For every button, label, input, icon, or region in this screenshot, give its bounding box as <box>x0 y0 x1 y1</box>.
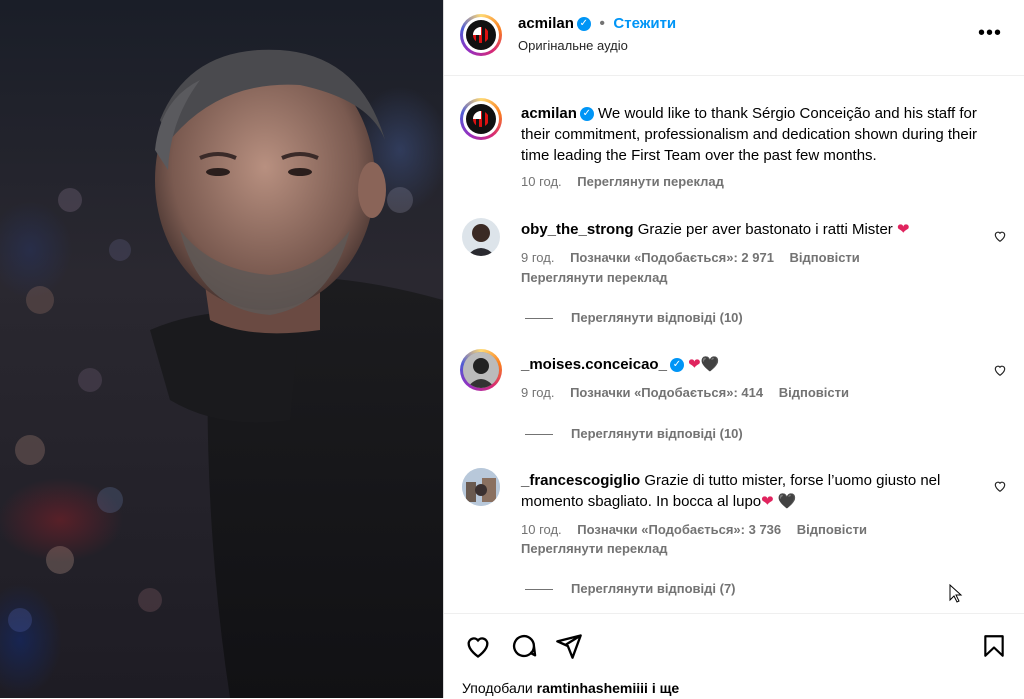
heart-emoji: ❤ <box>761 493 774 510</box>
liked-by: Уподобали ramtinhashemiiii і ще <box>462 680 680 696</box>
comment-username[interactable]: _moises.conceicao_ <box>521 356 667 373</box>
reply-button[interactable]: Відповісти <box>790 250 860 265</box>
view-replies[interactable]: Переглянути відповіді (7) <box>525 581 736 596</box>
comment-avatar[interactable] <box>462 468 500 506</box>
heart-icon[interactable] <box>464 632 492 660</box>
comment-time[interactable]: 10 год. <box>521 522 562 537</box>
post-media[interactable] <box>0 0 443 698</box>
post-header: acmilan ✓ • Стежити Оригінальне аудіо ••• <box>444 0 1024 76</box>
comment-username[interactable]: _francescogiglio <box>521 472 640 489</box>
reply-button[interactable]: Відповісти <box>797 522 867 537</box>
comment-time[interactable]: 9 год. <box>521 250 554 265</box>
comment-text: oby_the_strong Grazie per aver bastonato… <box>521 221 910 238</box>
comment-like-icon[interactable] <box>993 479 1007 493</box>
comment-avatar[interactable] <box>460 349 502 391</box>
comment-meta: 9 год. Позначки «Подобається»: 2 971 Від… <box>521 250 860 265</box>
acmilan-logo <box>466 20 496 50</box>
comment-like-icon[interactable] <box>993 363 1007 377</box>
follow-button[interactable]: Стежити <box>613 15 676 32</box>
comment-translate[interactable]: Переглянути переклад <box>521 270 668 285</box>
comment-translate[interactable]: Переглянути переклад <box>521 541 668 556</box>
comment-text: _francescogiglio Grazie di tutto mister,… <box>521 472 941 510</box>
black-heart-emoji: 🖤 <box>700 356 720 373</box>
liked-by-others[interactable]: і ще <box>652 680 679 696</box>
comment-username[interactable]: oby_the_strong <box>521 221 634 238</box>
verified-icon: ✓ <box>669 358 684 373</box>
caption-avatar[interactable] <box>460 98 502 140</box>
bookmark-icon[interactable] <box>981 632 1007 660</box>
post-panel: acmilan ✓ • Стежити Оригінальне аудіо •••… <box>443 0 1024 698</box>
post-username[interactable]: acmilan <box>518 15 574 32</box>
black-heart-emoji: 🖤 <box>777 493 797 510</box>
verified-icon: ✓ <box>579 107 594 122</box>
coach-photo <box>8 49 443 698</box>
comment-meta: 10 год. Позначки «Подобається»: 3 736 Ві… <box>521 522 867 537</box>
audio-label[interactable]: Оригінальне аудіо <box>518 38 628 53</box>
caption-meta: 10 год. Переглянути переклад <box>521 174 724 189</box>
verified-icon: ✓ <box>576 16 591 31</box>
comment-text: _moises.conceicao_ ✓ ❤🖤 <box>521 354 991 375</box>
reply-button[interactable]: Відповісти <box>779 385 849 400</box>
heart-emoji: ❤ <box>688 356 701 373</box>
view-replies[interactable]: Переглянути відповіді (10) <box>525 426 743 441</box>
more-icon[interactable]: ••• <box>978 23 1002 43</box>
caption-username[interactable]: acmilan <box>521 105 577 122</box>
comment-like-icon[interactable] <box>993 229 1007 243</box>
share-icon[interactable] <box>555 632 583 660</box>
comment-likes[interactable]: Позначки «Подобається»: 414 <box>570 385 763 400</box>
liked-by-user[interactable]: ramtinhashemiiii <box>537 680 648 696</box>
mouse-cursor-icon <box>949 584 963 603</box>
comment-meta: 9 год. Позначки «Подобається»: 414 Відпо… <box>521 385 849 400</box>
caption: acmilan ✓ We would like to thank Sérgio C… <box>521 103 1006 166</box>
comment-time[interactable]: 9 год. <box>521 385 554 400</box>
caption-time[interactable]: 10 год. <box>521 174 562 189</box>
comment-avatar[interactable] <box>462 218 500 256</box>
comment-likes[interactable]: Позначки «Подобається»: 2 971 <box>570 250 774 265</box>
acmilan-logo <box>466 104 496 134</box>
comment-icon[interactable] <box>510 632 538 660</box>
caption-translate[interactable]: Переглянути переклад <box>577 174 724 189</box>
view-replies[interactable]: Переглянути відповіді (10) <box>525 310 743 325</box>
comment-likes[interactable]: Позначки «Подобається»: 3 736 <box>577 522 781 537</box>
heart-emoji: ❤ <box>896 221 910 238</box>
profile-avatar[interactable] <box>460 14 502 56</box>
